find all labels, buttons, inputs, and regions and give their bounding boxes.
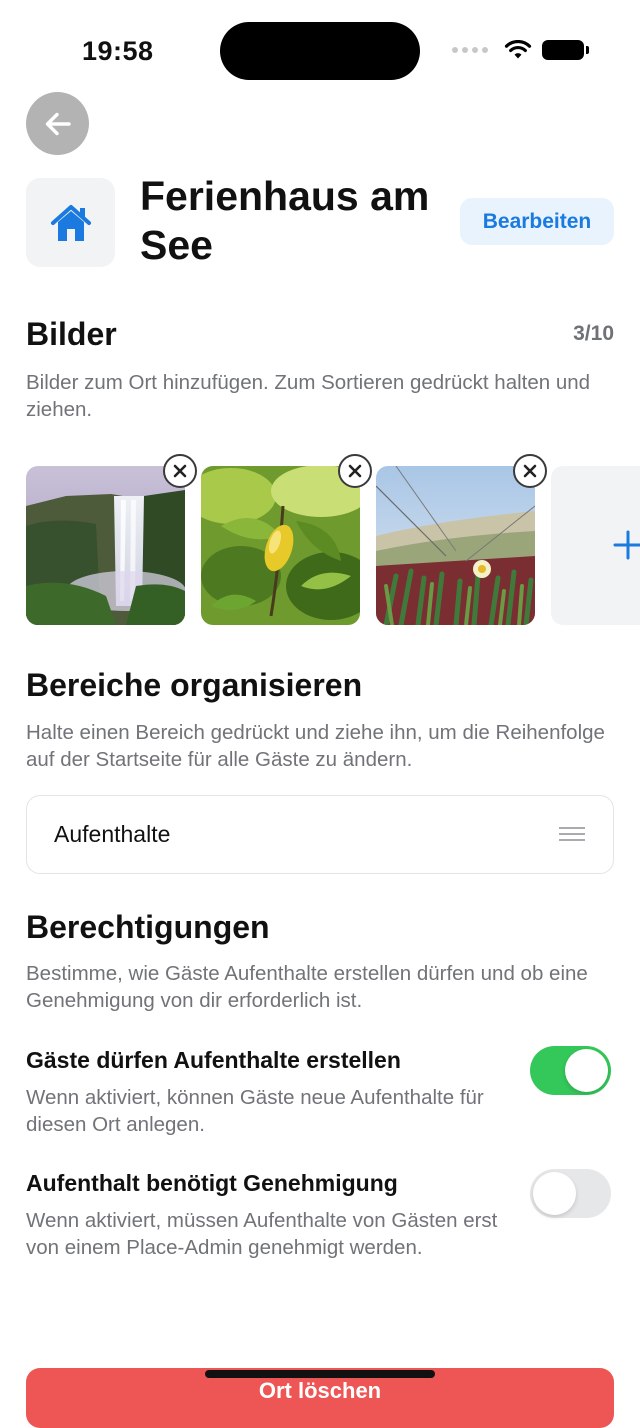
add-image-button[interactable] <box>551 466 640 625</box>
permissions-description: Bestimme, wie Gäste Aufenthalte erstelle… <box>26 962 588 1012</box>
area-item-label: Aufenthalte <box>54 821 171 847</box>
image-thumbnail-coastal-flower[interactable] <box>376 454 547 625</box>
images-description: Bilder zum Ort hinzufügen. Zum Sortieren… <box>26 371 591 421</box>
images-section-title: Bilder <box>26 316 117 352</box>
remove-image-button[interactable] <box>163 454 197 488</box>
remove-image-button[interactable] <box>338 454 372 488</box>
place-title: Ferienhaus am See <box>140 173 430 268</box>
guest-create-toggle-title: Gäste dürfen Aufenthalte erstellen <box>26 1047 401 1073</box>
approval-toggle-description: Wenn aktiviert, müssen Aufenthalte von G… <box>26 1209 498 1259</box>
coastal-flower-photo <box>376 466 535 625</box>
wifi-icon <box>504 40 532 59</box>
edit-button[interactable]: Bearbeiten <box>460 198 614 245</box>
areas-description: Halte einen Bereich gedrückt und ziehe i… <box>26 721 605 771</box>
toggle-knob <box>565 1049 608 1092</box>
guest-create-toggle[interactable] <box>530 1046 611 1095</box>
image-thumbnail-waterfall[interactable] <box>26 454 197 625</box>
waterfall-photo <box>26 466 185 625</box>
dynamic-island <box>220 22 420 80</box>
approval-toggle[interactable] <box>530 1169 611 1218</box>
status-bar: 19:58 <box>0 0 640 90</box>
area-item[interactable]: Aufenthalte <box>26 795 614 874</box>
close-icon <box>348 464 362 478</box>
image-gallery <box>26 454 640 626</box>
drag-handle-icon[interactable] <box>559 827 585 845</box>
close-icon <box>173 464 187 478</box>
back-button[interactable] <box>26 92 89 155</box>
lemon-tree-photo <box>201 466 360 625</box>
house-icon <box>50 204 91 241</box>
home-indicator <box>205 1370 435 1378</box>
status-time: 19:58 <box>82 36 154 66</box>
close-icon <box>523 464 537 478</box>
permissions-section-title: Berechtigungen <box>26 909 270 945</box>
remove-image-button[interactable] <box>513 454 547 488</box>
status-icons <box>452 40 589 60</box>
images-count: 3/10 <box>573 322 614 345</box>
place-icon-tile <box>26 178 115 267</box>
toggle-knob <box>533 1172 576 1215</box>
arrow-left-icon <box>45 112 71 135</box>
areas-section-title: Bereiche organisieren <box>26 667 363 703</box>
plus-icon <box>613 530 640 560</box>
battery-icon <box>542 40 589 60</box>
image-thumbnail-lemon-tree[interactable] <box>201 454 372 625</box>
guest-create-toggle-description: Wenn aktiviert, können Gäste neue Aufent… <box>26 1086 484 1136</box>
cellular-signal-icon <box>452 47 488 53</box>
approval-toggle-title: Aufenthalt benötigt Genehmigung <box>26 1170 398 1196</box>
